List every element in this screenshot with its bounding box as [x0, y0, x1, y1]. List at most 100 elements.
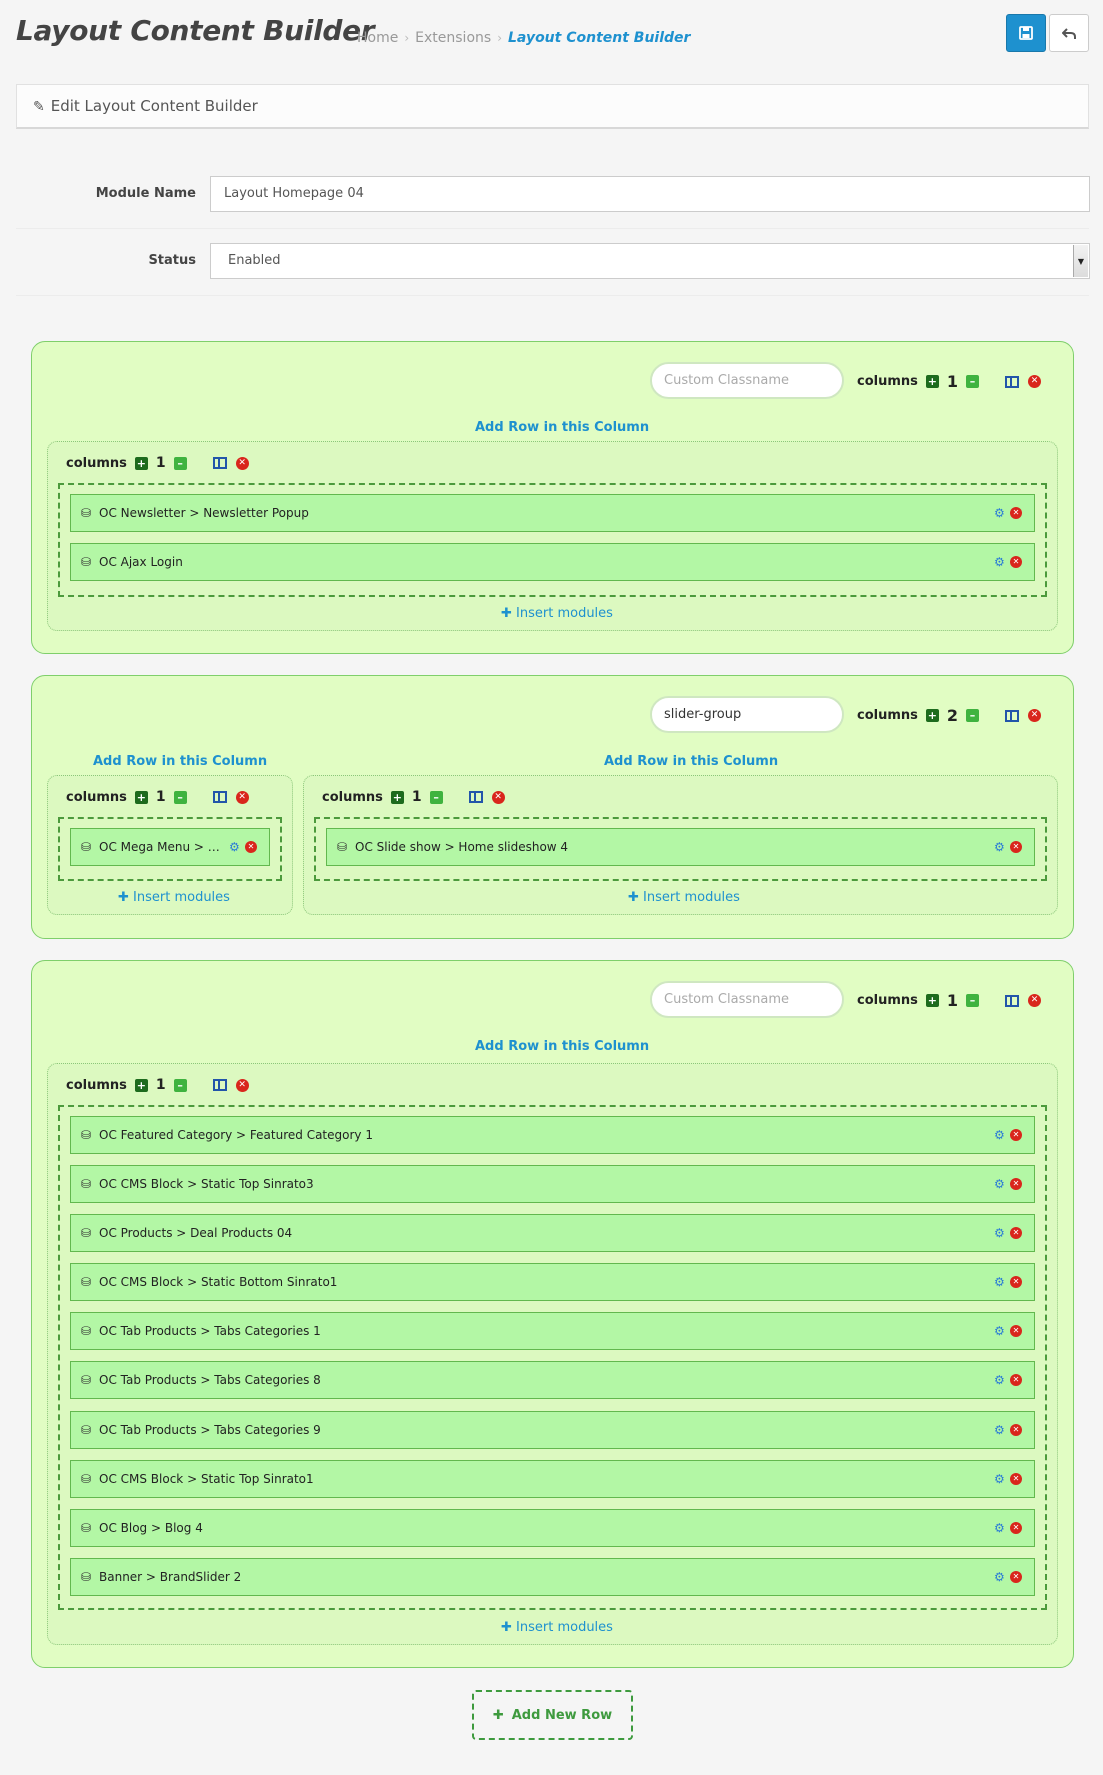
gear-icon[interactable]: ⚙: [229, 841, 243, 854]
columns-layout-icon[interactable]: [1005, 994, 1020, 1007]
modules-drop-area[interactable]: ⛁ OC Slide show > Home slideshow 4 ⚙ ✕: [314, 817, 1047, 881]
plus-square-icon[interactable]: +: [134, 790, 148, 804]
module-item[interactable]: ⛁ OC Tab Products > Tabs Categories 1 ⚙ …: [70, 1312, 1035, 1350]
insert-modules-link[interactable]: ✚ Insert modules: [628, 890, 740, 905]
modules-drop-area[interactable]: ⛁ OC Mega Menu > Ve... ⚙ ✕: [58, 817, 282, 881]
close-circle-icon[interactable]: ✕: [491, 790, 505, 804]
close-circle-icon[interactable]: ✕: [1010, 1374, 1022, 1386]
close-circle-icon[interactable]: ✕: [1010, 1325, 1022, 1337]
close-circle-icon[interactable]: ✕: [1010, 1129, 1022, 1141]
breadcrumb-extensions[interactable]: Extensions: [415, 30, 491, 46]
module-item[interactable]: ⛁ OC Featured Category > Featured Catego…: [70, 1116, 1035, 1154]
gear-icon[interactable]: ⚙: [994, 1522, 1008, 1535]
plus-square-icon[interactable]: +: [134, 1078, 148, 1092]
module-item[interactable]: ⛁ OC Tab Products > Tabs Categories 8 ⚙ …: [70, 1361, 1035, 1399]
columns-count: 1: [946, 372, 959, 391]
add-row-in-column-link[interactable]: Add Row in this Column: [475, 420, 649, 435]
gear-icon[interactable]: ⚙: [994, 507, 1008, 520]
gear-icon[interactable]: ⚙: [994, 1374, 1008, 1387]
columns-layout-icon[interactable]: [468, 791, 483, 803]
gear-icon[interactable]: ⚙: [994, 556, 1008, 569]
column-columns-control: columns + 1 – ✕: [66, 789, 249, 805]
modules-drop-area[interactable]: ⛁ OC Featured Category > Featured Catego…: [58, 1105, 1047, 1610]
gear-icon[interactable]: ⚙: [994, 1473, 1008, 1486]
close-circle-icon[interactable]: ✕: [1010, 841, 1022, 853]
gear-icon[interactable]: ⚙: [994, 1129, 1008, 1142]
module-item[interactable]: ⛁ OC Mega Menu > Ve... ⚙ ✕: [70, 828, 270, 866]
module-item[interactable]: ⛁ OC Newsletter > Newsletter Popup ⚙ ✕: [70, 494, 1035, 532]
close-circle-icon[interactable]: ✕: [1010, 1571, 1022, 1583]
module-item[interactable]: ⛁ OC CMS Block > Static Bottom Sinrato1 …: [70, 1263, 1035, 1301]
close-circle-icon[interactable]: ✕: [1028, 375, 1042, 388]
close-circle-icon[interactable]: ✕: [1010, 1276, 1022, 1288]
add-row-in-column-link[interactable]: Add Row in this Column: [475, 1039, 649, 1054]
columns-layout-icon[interactable]: [212, 791, 227, 803]
minus-square-icon[interactable]: –: [966, 709, 980, 722]
chevron-down-icon[interactable]: ▼: [1073, 245, 1088, 277]
builder-row-3: columns + 1 – ✕ Add Row in this Column c…: [31, 960, 1074, 1668]
gear-icon[interactable]: ⚙: [994, 1325, 1008, 1338]
module-item[interactable]: ⛁ OC Tab Products > Tabs Categories 9 ⚙ …: [70, 1411, 1035, 1449]
module-item[interactable]: ⛁ OC Slide show > Home slideshow 4 ⚙ ✕: [326, 828, 1035, 866]
close-circle-icon[interactable]: ✕: [1010, 507, 1022, 519]
close-circle-icon[interactable]: ✕: [1028, 994, 1042, 1007]
columns-layout-icon[interactable]: [212, 457, 227, 469]
insert-modules-link[interactable]: ✚ Insert modules: [501, 606, 613, 621]
add-row-in-column-link[interactable]: Add Row in this Column: [604, 754, 778, 769]
close-circle-icon[interactable]: ✕: [1010, 556, 1022, 568]
gear-icon[interactable]: ⚙: [994, 1571, 1008, 1584]
back-button[interactable]: [1049, 14, 1089, 52]
row-classname-input[interactable]: [650, 362, 844, 399]
close-circle-icon[interactable]: ✕: [1010, 1178, 1022, 1190]
save-button[interactable]: [1006, 14, 1046, 52]
plus-square-icon[interactable]: +: [925, 375, 939, 388]
module-item[interactable]: ⛁ OC CMS Block > Static Top Sinrato3 ⚙ ✕: [70, 1165, 1035, 1203]
close-circle-icon[interactable]: ✕: [1010, 1424, 1022, 1436]
plus-square-icon[interactable]: +: [925, 709, 939, 722]
module-item[interactable]: ⛁ OC CMS Block > Static Top Sinrato1 ⚙ ✕: [70, 1460, 1035, 1498]
minus-square-icon[interactable]: –: [173, 1078, 187, 1092]
module-item[interactable]: ⛁ OC Ajax Login ⚙ ✕: [70, 543, 1035, 581]
close-circle-icon[interactable]: ✕: [235, 790, 249, 804]
close-circle-icon[interactable]: ✕: [1010, 1473, 1022, 1485]
breadcrumb-current[interactable]: Layout Content Builder: [508, 30, 690, 46]
gear-icon[interactable]: ⚙: [994, 1276, 1008, 1289]
gear-icon[interactable]: ⚙: [994, 1424, 1008, 1437]
minus-square-icon[interactable]: –: [429, 790, 443, 804]
minus-square-icon[interactable]: –: [173, 790, 187, 804]
module-item[interactable]: ⛁ OC Products > Deal Products 04 ⚙ ✕: [70, 1214, 1035, 1252]
module-name-input[interactable]: Layout Homepage 04: [210, 176, 1090, 212]
close-circle-icon[interactable]: ✕: [235, 456, 249, 470]
cubes-icon: ⛁: [81, 555, 92, 569]
columns-layout-icon[interactable]: [212, 1079, 227, 1091]
module-item[interactable]: ⛁ Banner > BrandSlider 2 ⚙ ✕: [70, 1558, 1035, 1596]
gear-icon[interactable]: ⚙: [994, 1227, 1008, 1240]
gear-icon[interactable]: ⚙: [994, 841, 1008, 854]
gear-icon[interactable]: ⚙: [994, 1178, 1008, 1191]
columns-layout-icon[interactable]: [1005, 709, 1020, 722]
close-circle-icon[interactable]: ✕: [1028, 709, 1042, 722]
close-circle-icon[interactable]: ✕: [1010, 1522, 1022, 1534]
plus-square-icon[interactable]: +: [925, 994, 939, 1007]
breadcrumb: Home › Extensions › Layout Content Builder: [357, 30, 690, 46]
plus-square-icon[interactable]: +: [134, 456, 148, 470]
row-classname-input[interactable]: [650, 981, 844, 1018]
close-circle-icon[interactable]: ✕: [235, 1078, 249, 1092]
breadcrumb-home[interactable]: Home: [357, 30, 398, 46]
insert-modules-link[interactable]: ✚ Insert modules: [118, 890, 230, 905]
columns-label: columns: [66, 1077, 127, 1093]
minus-square-icon[interactable]: –: [966, 375, 980, 388]
plus-square-icon[interactable]: +: [390, 790, 404, 804]
add-new-row-button[interactable]: ✚ Add New Row: [472, 1690, 633, 1740]
status-select[interactable]: Enabled ▼: [210, 243, 1090, 279]
minus-square-icon[interactable]: –: [173, 456, 187, 470]
close-circle-icon[interactable]: ✕: [245, 841, 257, 853]
close-circle-icon[interactable]: ✕: [1010, 1227, 1022, 1239]
module-item[interactable]: ⛁ OC Blog > Blog 4 ⚙ ✕: [70, 1509, 1035, 1547]
minus-square-icon[interactable]: –: [966, 994, 980, 1007]
add-row-in-column-link[interactable]: Add Row in this Column: [93, 754, 267, 769]
insert-modules-link[interactable]: ✚ Insert modules: [501, 1620, 613, 1635]
modules-drop-area[interactable]: ⛁ OC Newsletter > Newsletter Popup ⚙ ✕ ⛁…: [58, 483, 1047, 597]
row-classname-input[interactable]: [650, 696, 844, 733]
columns-layout-icon[interactable]: [1005, 375, 1020, 388]
